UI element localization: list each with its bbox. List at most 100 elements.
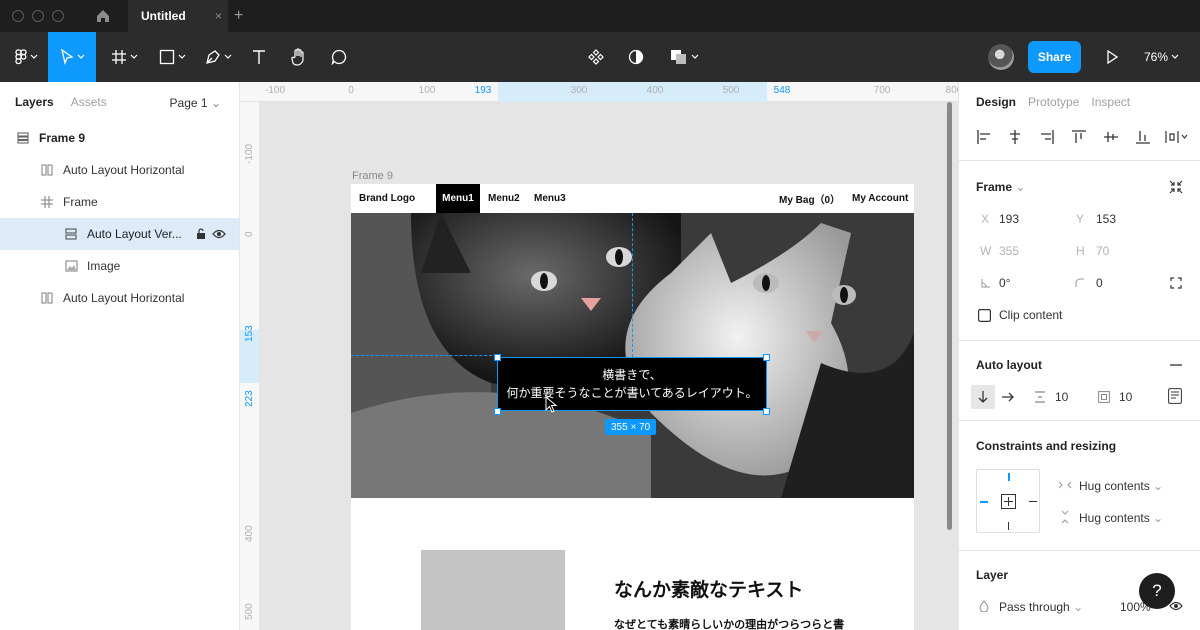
tab-design[interactable]: Design [976, 95, 1016, 109]
tab-inspect[interactable]: Inspect [1091, 95, 1130, 109]
layer-frame-9[interactable]: Frame 9 [0, 122, 239, 154]
align-left-icon[interactable] [975, 128, 993, 146]
text-tool-icon[interactable] [246, 32, 272, 82]
constraint-left[interactable] [980, 501, 988, 503]
direction-horizontal-icon[interactable] [999, 388, 1017, 406]
radius-input[interactable]: 0 [1096, 276, 1103, 290]
brand-logo: Brand Logo [359, 193, 416, 204]
caption-line-1: 横書きで、 [602, 368, 662, 382]
resize-handle[interactable] [494, 354, 501, 361]
nav-menu3[interactable]: Menu3 [534, 184, 566, 213]
window-close-button[interactable] [12, 10, 24, 22]
constraint-right[interactable] [1029, 501, 1037, 502]
hand-tool-icon[interactable] [286, 32, 312, 82]
resize-handle[interactable] [763, 408, 770, 415]
nav-bag[interactable]: My Bag（0） [779, 184, 840, 213]
constraint-center-icon [1001, 494, 1016, 509]
rotation-icon [977, 274, 995, 292]
hug-vertical-dropdown[interactable]: Hug contents ⌄ [1079, 511, 1163, 525]
layer-image[interactable]: Image [0, 250, 239, 282]
unlock-icon[interactable] [193, 226, 209, 242]
caption-box[interactable]: 横書きで、 何か重要そうなことが書いてあるレイアウト。 [497, 357, 767, 411]
blend-mode-value: Pass through [999, 600, 1070, 614]
rotation-input[interactable]: 0° [999, 276, 1010, 290]
window-minimize-button[interactable] [32, 10, 44, 22]
ruler-tick: 400 [244, 525, 255, 542]
w-input[interactable]: 355 [999, 244, 1019, 258]
canvas-scrollbar[interactable] [947, 102, 952, 530]
columns-icon [39, 290, 55, 306]
ruler-tick: 153 [244, 325, 255, 342]
comment-tool-icon[interactable] [326, 32, 352, 82]
ruler-tick: 300 [570, 85, 588, 96]
align-center-h-icon[interactable] [1006, 128, 1024, 146]
ruler-tick: -100 [264, 85, 286, 96]
help-button[interactable]: ? [1139, 573, 1175, 609]
padding-input[interactable]: 10 [1119, 390, 1132, 404]
site-nav[interactable]: Brand Logo Menu1 Menu2 Menu3 My Bag（0） M… [351, 184, 914, 213]
new-tab-icon[interactable]: + [234, 7, 243, 25]
spacing-input[interactable]: 10 [1055, 390, 1068, 404]
avatar[interactable] [988, 44, 1014, 70]
layer-auto-layout-vertical[interactable]: Auto Layout Ver... [0, 218, 239, 250]
layer-frame[interactable]: Frame [0, 186, 239, 218]
constraint-top[interactable] [1008, 473, 1010, 481]
tab-assets[interactable]: Assets [71, 95, 107, 109]
pen-tool-icon[interactable] [198, 32, 238, 82]
hug-horizontal-dropdown[interactable]: Hug contents ⌄ [1079, 479, 1163, 493]
resize-handle[interactable] [494, 408, 501, 415]
x-label: X [981, 212, 990, 226]
align-right-icon[interactable] [1038, 128, 1056, 146]
y-input[interactable]: 153 [1096, 212, 1116, 226]
ruler-tick: 193 [474, 85, 492, 96]
resize-handle[interactable] [763, 354, 770, 361]
blend-mode-dropdown[interactable]: Pass through ⌄ [999, 600, 1083, 614]
mask-icon[interactable] [624, 32, 648, 82]
design-frame[interactable]: Brand Logo Menu1 Menu2 Menu3 My Bag（0） M… [351, 184, 914, 630]
constraints-widget[interactable] [976, 469, 1040, 533]
nav-menu2[interactable]: Menu2 [488, 184, 520, 213]
hug-vertical-icon [1056, 508, 1074, 526]
nav-menu1[interactable]: Menu1 [436, 184, 480, 213]
file-tab[interactable]: Untitled × [128, 0, 228, 32]
independent-corners-icon[interactable] [1167, 274, 1185, 292]
h-input[interactable]: 70 [1096, 244, 1109, 258]
nav-account[interactable]: My Account [852, 184, 908, 213]
align-bottom-icon[interactable] [1134, 128, 1152, 146]
frame-section-title[interactable]: Frame ⌄ [976, 180, 1025, 194]
size-badge: 355 × 70 [605, 419, 657, 435]
direction-vertical-icon[interactable] [971, 385, 995, 409]
figma-menu-icon[interactable] [6, 32, 46, 82]
shape-tool-icon[interactable] [152, 32, 192, 82]
tab-layers[interactable]: Layers [15, 95, 54, 109]
eye-icon[interactable] [211, 226, 227, 242]
clip-content-checkbox[interactable] [975, 306, 993, 324]
hero-image[interactable]: 横書きで、 何か重要そうなことが書いてあるレイアウト。 355 × 70 [351, 213, 914, 498]
move-tool-icon[interactable] [48, 32, 96, 82]
zoom-dropdown[interactable]: 76% [1144, 32, 1179, 82]
window-zoom-button[interactable] [52, 10, 64, 22]
home-icon[interactable] [86, 0, 120, 32]
layer-auto-layout-horizontal[interactable]: Auto Layout Horizontal [0, 154, 239, 186]
share-button[interactable]: Share [1028, 41, 1081, 73]
x-input[interactable]: 193 [999, 212, 1019, 226]
image-placeholder[interactable] [421, 550, 565, 630]
alignment-settings-icon[interactable] [1166, 387, 1184, 405]
constraint-bottom[interactable] [1008, 522, 1009, 530]
frame-tool-icon[interactable] [104, 32, 144, 82]
distribute-icon[interactable] [1164, 128, 1190, 146]
align-center-v-icon[interactable] [1102, 128, 1120, 146]
page-selector[interactable]: Page 1 ⌄ [170, 96, 221, 110]
resize-to-fit-icon[interactable] [1167, 178, 1185, 196]
remove-auto-layout-icon[interactable] [1167, 356, 1185, 374]
layer-auto-layout-horizontal[interactable]: Auto Layout Horizontal [0, 282, 239, 314]
close-tab-icon[interactable]: × [215, 9, 222, 23]
align-top-icon[interactable] [1070, 128, 1088, 146]
component-icon[interactable] [584, 32, 608, 82]
play-icon[interactable] [1100, 32, 1124, 82]
frame-name-label[interactable]: Frame 9 [352, 170, 393, 182]
zoom-level: 76% [1144, 50, 1169, 64]
canvas[interactable]: -100 0 100 193 300 400 500 548 700 800 -… [240, 82, 958, 630]
tab-prototype[interactable]: Prototype [1028, 95, 1079, 109]
boolean-icon[interactable] [664, 32, 704, 82]
